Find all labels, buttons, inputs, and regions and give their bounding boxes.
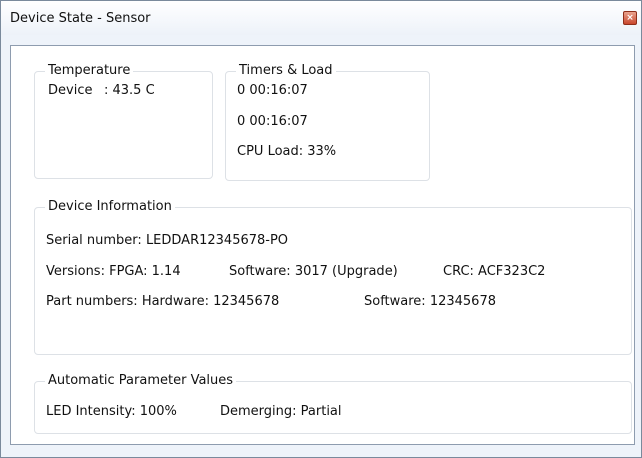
part-number-hardware: Part numbers: Hardware: 12345678 bbox=[46, 294, 280, 309]
client-area: Temperature Device : 43.5 C Timers & Loa… bbox=[10, 45, 635, 445]
timers-load-group-title: Timers & Load bbox=[236, 63, 336, 79]
device-temperature-label: Device bbox=[48, 83, 93, 98]
versions-fpga: Versions: FPGA: 1.14 bbox=[46, 264, 181, 279]
cpu-load: CPU Load: 33% bbox=[237, 144, 337, 159]
timer-value-2: 0 00:16:07 bbox=[237, 114, 308, 129]
part-number-software: Software: 12345678 bbox=[364, 294, 496, 309]
auto-parameters-group-title: Automatic Parameter Values bbox=[45, 373, 237, 389]
device-information-group: Device Information Serial number: LEDDAR… bbox=[34, 199, 632, 355]
serial-number: Serial number: LEDDAR12345678-PO bbox=[46, 233, 289, 248]
versions-software: Software: 3017 (Upgrade) bbox=[229, 264, 398, 279]
device-information-group-title: Device Information bbox=[45, 199, 175, 215]
close-icon[interactable]: × bbox=[623, 11, 637, 25]
device-temperature-value: : 43.5 C bbox=[104, 83, 155, 98]
versions-crc: CRC: ACF323C2 bbox=[443, 264, 546, 279]
auto-parameters-group: Automatic Parameter Values LED Intensity… bbox=[34, 373, 632, 434]
timer-value-1: 0 00:16:07 bbox=[237, 83, 308, 98]
led-intensity: LED Intensity: 100% bbox=[46, 404, 177, 419]
title-bar[interactable]: Device State - Sensor × bbox=[1, 1, 641, 35]
device-state-window: Device State - Sensor × Temperature Devi… bbox=[0, 0, 642, 458]
demerging: Demerging: Partial bbox=[220, 404, 342, 419]
temperature-group-title: Temperature bbox=[45, 63, 134, 79]
timers-load-group: Timers & Load 0 00:16:07 0 00:16:07 CPU … bbox=[225, 63, 430, 181]
window-title: Device State - Sensor bbox=[10, 11, 151, 26]
temperature-group: Temperature Device : 43.5 C bbox=[34, 63, 213, 179]
